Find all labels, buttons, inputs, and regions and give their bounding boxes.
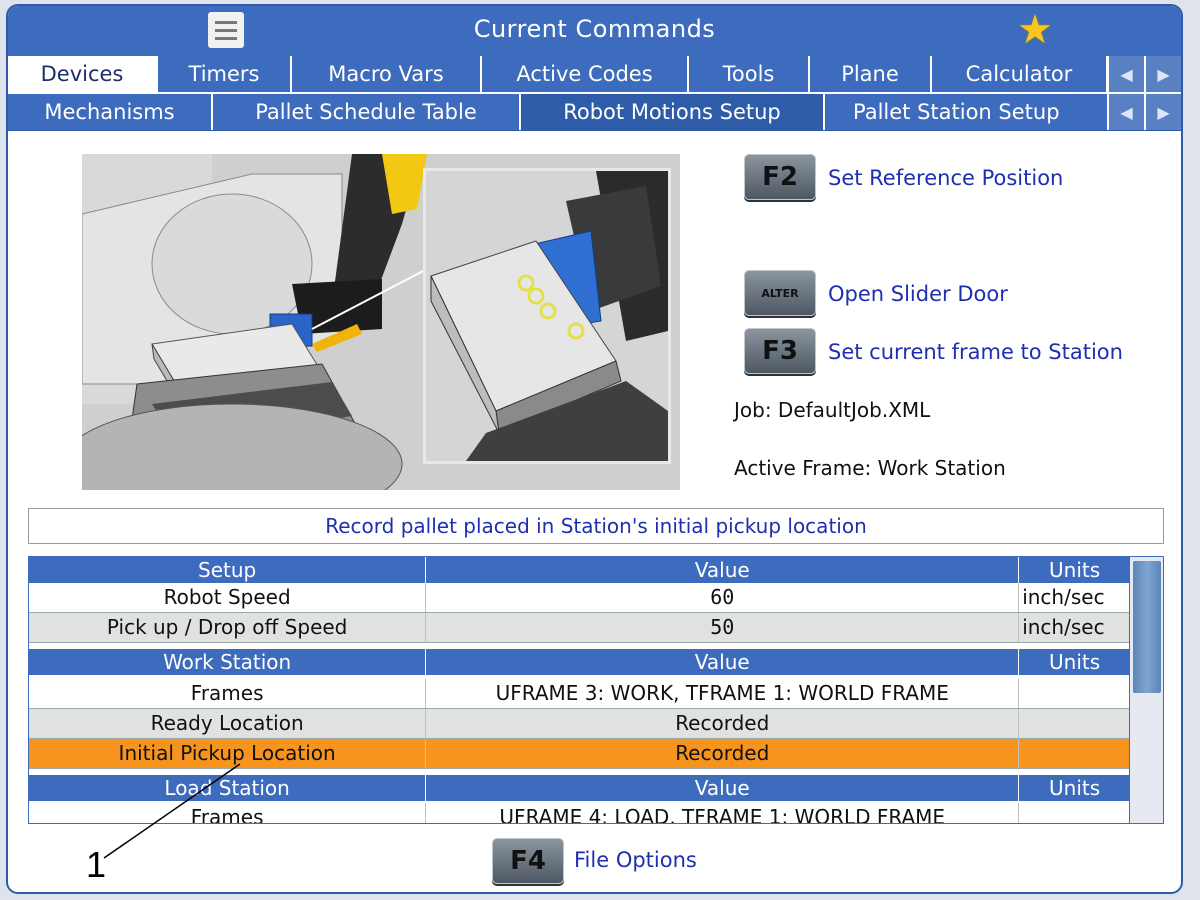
current-commands-window: Current Commands ★ Devices Timers Macro … bbox=[6, 4, 1183, 894]
callout-leader-line bbox=[103, 763, 241, 859]
callout-number: 1 bbox=[86, 844, 107, 885]
